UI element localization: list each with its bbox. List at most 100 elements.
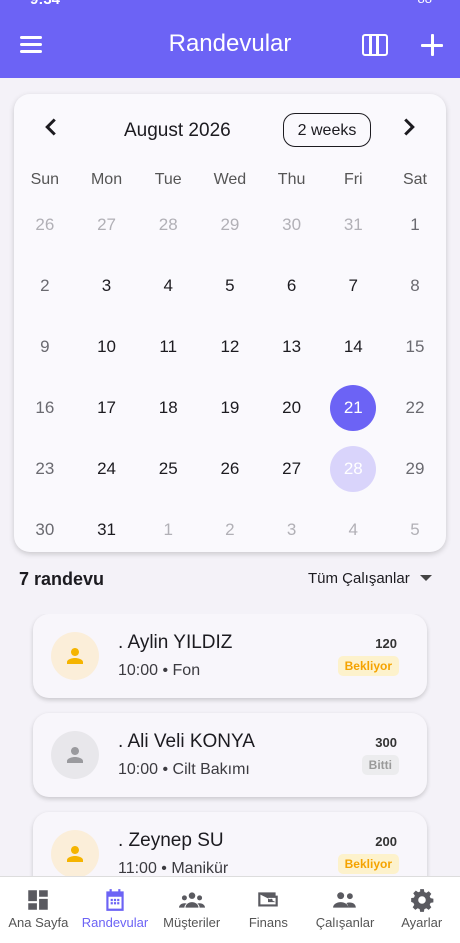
calendar-day[interactable]: 4: [137, 255, 199, 316]
person-icon: [67, 648, 83, 664]
calendar-day[interactable]: 19: [199, 377, 261, 438]
calendar-day-number: 13: [282, 336, 302, 356]
calendar-day-number: 5: [410, 519, 420, 539]
calendar-day[interactable]: 13: [261, 316, 323, 377]
calendar-day[interactable]: 31: [322, 194, 384, 255]
calendar-day[interactable]: 4: [322, 499, 384, 560]
calendar-day[interactable]: 23: [14, 438, 76, 499]
appointment-card[interactable]: . Zeynep SU 11:00 • Manikür 200 Bekliyor: [33, 812, 427, 876]
calendar-day[interactable]: 9: [14, 316, 76, 377]
calendar-day[interactable]: 29: [199, 194, 261, 255]
nav-item-group[interactable]: Çalışanlar: [307, 877, 384, 943]
calendar-day-number: 7: [348, 275, 359, 295]
status-time: 9:34: [30, 0, 60, 8]
person-icon: [67, 846, 83, 862]
calendar-day[interactable]: 1: [384, 194, 446, 255]
nav-item-people[interactable]: Müşteriler: [153, 877, 230, 943]
calendar-day[interactable]: 1: [137, 499, 199, 560]
calendar-day[interactable]: 12: [199, 316, 261, 377]
calendar-day[interactable]: 21: [322, 377, 384, 438]
calendar-day[interactable]: 16: [14, 377, 76, 438]
nav-item-dashboard[interactable]: Ana Sayfa: [0, 877, 77, 943]
nav-label: Müşteriler: [163, 915, 221, 930]
calendar-day[interactable]: 20: [261, 377, 323, 438]
chevron-left-icon: [45, 118, 56, 136]
calendar-day[interactable]: 5: [384, 499, 446, 560]
calendar-day-number: 10: [97, 336, 116, 356]
app-bar: Randevular: [0, 10, 460, 78]
calendar-day[interactable]: 31: [76, 499, 138, 560]
calendar-day-number: 22: [405, 397, 425, 417]
calendar-day[interactable]: 3: [76, 255, 138, 316]
calendar-day[interactable]: 8: [384, 255, 446, 316]
calendar-day[interactable]: 18: [137, 377, 199, 438]
weekday-label: Mon: [90, 171, 123, 188]
calendar-day-number: 18: [158, 397, 178, 417]
calendar-day-number: 31: [97, 519, 116, 539]
status-badge: Bitti: [361, 755, 399, 775]
calendar-day[interactable]: 28: [137, 194, 199, 255]
calendar-day[interactable]: 30: [261, 194, 323, 255]
calendar-day[interactable]: 6: [261, 255, 323, 316]
calendar-day-number: 29: [405, 458, 425, 478]
calendar-week: 26 27 28 29 30 31 1: [14, 194, 446, 255]
calendar-day[interactable]: 3: [261, 499, 323, 560]
customer-name: . Aylin YILDIZ: [118, 632, 233, 653]
calendar-day[interactable]: 27: [76, 194, 138, 255]
nav-item-gear[interactable]: Ayarlar: [383, 877, 460, 943]
calendar-day-number: 17: [97, 397, 116, 417]
avatar: [51, 731, 99, 779]
view-columns-icon[interactable]: [362, 34, 388, 56]
bottom-navigation: Ana Sayfa Randevular Müşteriler Finans Çalış…: [0, 876, 460, 943]
calendar-month: August 2026: [124, 120, 231, 141]
calendar-day[interactable]: 25: [137, 438, 199, 499]
calendar-day[interactable]: 2: [199, 499, 261, 560]
calendar-day-number: 30: [282, 214, 302, 234]
appointment-card[interactable]: . Aylin YILDIZ 10:00 • Fon 120 Bekliyor: [33, 614, 427, 698]
calendar-day[interactable]: 22: [384, 377, 446, 438]
calendar-day-number: 21: [330, 384, 377, 431]
calendar-day[interactable]: 7: [322, 255, 384, 316]
weekday-label: Wed: [213, 171, 247, 188]
calendar-day-number: 27: [97, 214, 116, 234]
dashboard-icon: [28, 890, 49, 910]
calendar-day-number: 26: [220, 458, 240, 478]
calendar-day[interactable]: 17: [76, 377, 138, 438]
status-badge: Bekliyor: [337, 656, 399, 676]
appointment-card[interactable]: . Ali Veli KONYA 10:00 • Cilt Bakımı 300 Bi…: [33, 713, 427, 797]
calendar-day[interactable]: 30: [14, 499, 76, 560]
calendar-day-number: 2: [225, 519, 235, 539]
calendar-day-number: 27: [282, 458, 302, 478]
calendar-day-number: 28: [330, 445, 377, 492]
next-month-button[interactable]: [394, 112, 424, 142]
customer-name: . Zeynep SU: [118, 830, 224, 851]
add-appointment-button[interactable]: [419, 32, 445, 58]
appointment-detail: 10:00 • Fon: [118, 662, 201, 679]
calendar-day[interactable]: 2: [14, 255, 76, 316]
calendar-day[interactable]: 5: [199, 255, 261, 316]
calendar-day[interactable]: 11: [137, 316, 199, 377]
nav-item-wallet[interactable]: Finans: [230, 877, 307, 943]
calendar-format-button[interactable]: 2 weeks: [283, 113, 371, 147]
calendar-day[interactable]: 29: [384, 438, 446, 499]
calendar-day[interactable]: 28: [322, 438, 384, 499]
prev-month-button[interactable]: [36, 112, 66, 142]
appointment-list: . Aylin YILDIZ 10:00 • Fon 120 Bekliyor . Al…: [0, 614, 460, 876]
wallet-icon: [258, 892, 279, 907]
calendar-day[interactable]: 26: [199, 438, 261, 499]
calendar-day[interactable]: 10: [76, 316, 138, 377]
chevron-right-icon: [404, 118, 415, 136]
employee-filter-dropdown[interactable]: Tüm Çalışanlar: [308, 570, 432, 587]
calendar-day[interactable]: 24: [76, 438, 138, 499]
calendar-day-number: 30: [35, 519, 55, 539]
appointment-price: 120: [375, 636, 397, 651]
calendar-grid: 26 27 28 29 30 31 1 2 3 4 5 6 7 8 9 10 11 12 13 14 15 16 17 18 1…: [14, 194, 446, 560]
calendar-day-number: 24: [97, 458, 116, 478]
nav-label: Ana Sayfa: [8, 915, 69, 930]
calendar-day[interactable]: 14: [322, 316, 384, 377]
calendar-day[interactable]: 26: [14, 194, 76, 255]
calendar-day[interactable]: 27: [261, 438, 323, 499]
calendar-day-number: 4: [348, 519, 359, 539]
nav-item-calendar[interactable]: Randevular: [77, 877, 154, 943]
calendar-day[interactable]: 15: [384, 316, 446, 377]
